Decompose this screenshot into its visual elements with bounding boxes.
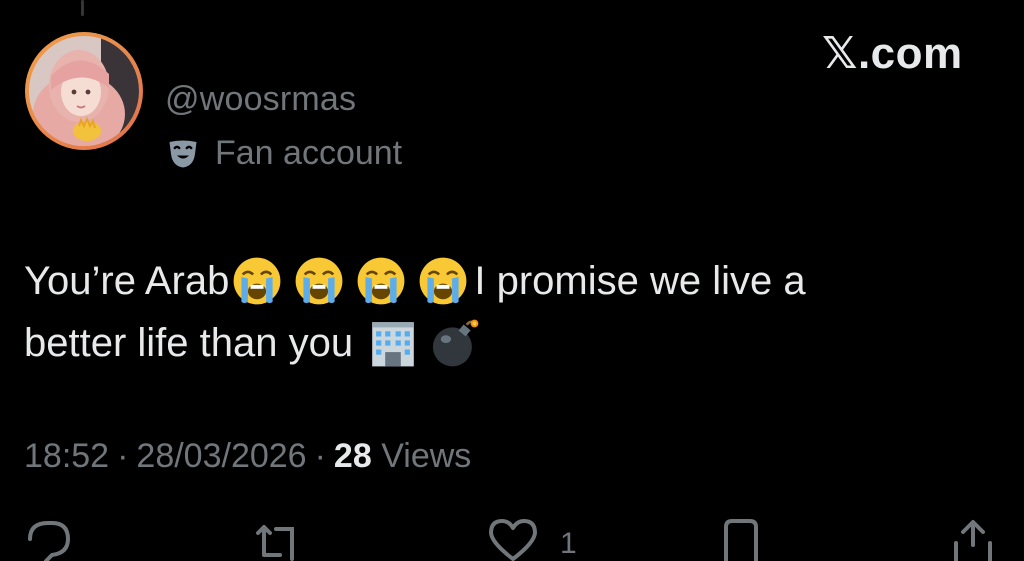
- brand-watermark: 𝕏.com: [822, 29, 963, 78]
- account-label: Fan account: [165, 134, 402, 173]
- views-count: 28: [333, 437, 372, 475]
- tweet-text: You’re Arab I promise we live a better l…: [24, 250, 984, 374]
- tweet-text-part1: You’re Arab: [24, 259, 230, 303]
- views-label: Views: [381, 437, 472, 475]
- loudly-crying-face-icon: [293, 255, 345, 307]
- tweet-action-bar: 1: [0, 515, 1024, 561]
- tweet-date[interactable]: 28/03/2026: [136, 437, 306, 475]
- reply-icon: [28, 521, 71, 561]
- avatar-photo: [29, 36, 139, 146]
- like-count: 1: [560, 527, 577, 560]
- author-handle[interactable]: @woosrmas: [165, 80, 356, 119]
- loudly-crying-face-icon: [417, 255, 469, 307]
- loudly-crying-face-icon: [231, 255, 283, 307]
- loudly-crying-face-icon: [355, 255, 407, 307]
- meta-separator: ·: [314, 437, 326, 475]
- office-building-icon: [367, 317, 419, 369]
- tweet-metadata: 18:52 · 28/03/2026 · 28 Views: [24, 437, 471, 476]
- bomb-icon: [429, 317, 481, 369]
- tweet-text-line2: better life than you: [24, 321, 354, 365]
- tweet-text-part2: I promise we live a: [474, 259, 806, 303]
- share-button[interactable]: [950, 515, 996, 561]
- heart-icon: [489, 519, 537, 561]
- theater-mask-icon: [169, 140, 197, 167]
- bookmark-button[interactable]: [718, 515, 764, 561]
- tweet-line-1: You’re Arab I promise we live a: [24, 250, 984, 312]
- tweet-line-2: better life than you: [24, 312, 984, 374]
- thread-connector-line: [81, 0, 84, 16]
- like-button[interactable]: [486, 515, 540, 561]
- bookmark-icon: [724, 519, 758, 561]
- meta-separator: ·: [117, 437, 129, 475]
- reply-button[interactable]: [26, 515, 72, 561]
- tweet-time[interactable]: 18:52: [24, 437, 109, 475]
- repost-icon: [256, 525, 294, 561]
- account-label-text: Fan account: [215, 134, 403, 172]
- share-icon: [954, 520, 992, 561]
- repost-button[interactable]: [252, 515, 304, 561]
- avatar[interactable]: [25, 32, 143, 150]
